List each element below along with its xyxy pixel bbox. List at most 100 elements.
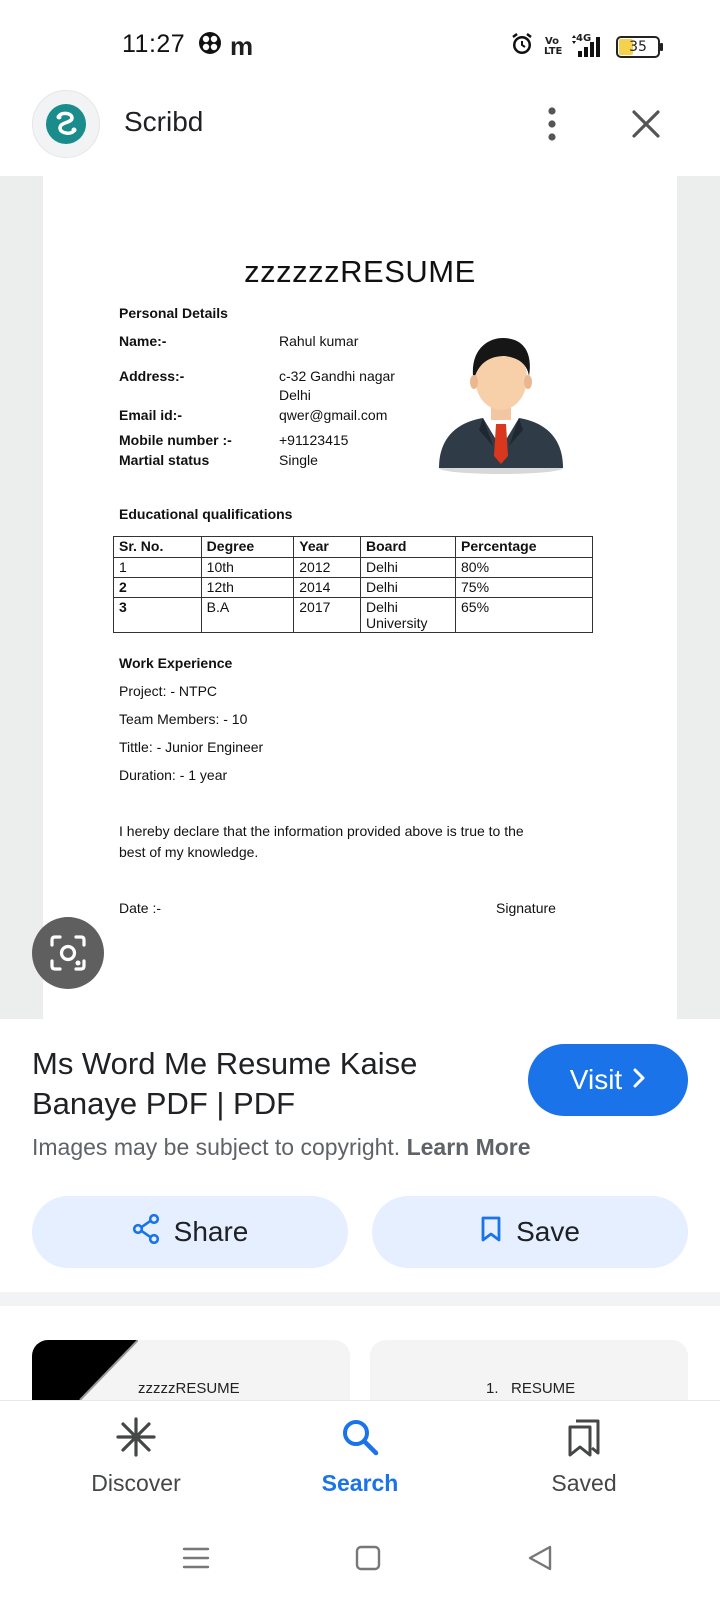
declaration-line2: best of my knowledge. — [119, 844, 259, 860]
menu-icon[interactable] — [176, 1540, 216, 1576]
name-value: Rahul kumar — [279, 333, 359, 349]
visit-button[interactable]: Visit — [528, 1044, 688, 1116]
table-header: Sr. No. — [113, 536, 202, 558]
nav-discover[interactable]: Discover — [56, 1417, 216, 1497]
table-cell: 65% — [455, 597, 593, 633]
nav-saved[interactable]: Saved — [504, 1417, 664, 1497]
table-header-row: Sr. No. Degree Year Board Percentage — [113, 536, 593, 558]
status-right: Vo LTE 4G 35 — [510, 32, 663, 61]
battery-level: 35 — [629, 38, 647, 55]
mobile-label: Mobile number :- — [119, 432, 232, 448]
duration-line: Duration: - 1 year — [119, 767, 228, 783]
back-icon[interactable] — [520, 1540, 560, 1576]
tittle-line: Tittle: - Junior Engineer — [119, 739, 264, 755]
status-app-icons: m — [198, 31, 253, 60]
table-header: Year — [293, 536, 362, 558]
related-thumbnail[interactable]: 1. RESUME — [370, 1340, 688, 1400]
nav-discover-label: Discover — [91, 1470, 181, 1496]
table-cell: 2012 — [293, 557, 362, 578]
resume-title: zzzzzzRESUME — [244, 254, 476, 289]
marital-value: Single — [279, 452, 318, 468]
close-icon[interactable] — [624, 102, 668, 146]
nav-saved-label: Saved — [551, 1470, 617, 1496]
lens-search-button[interactable] — [32, 917, 104, 989]
declaration-line1: I hereby declare that the information pr… — [119, 823, 524, 839]
clover-icon — [198, 31, 222, 60]
address-line2: Delhi — [279, 387, 311, 403]
team-members-line: Team Members: - 10 — [119, 711, 248, 727]
table-cell: Delhi — [360, 557, 457, 578]
image-preview[interactable]: zzzzzzRESUME Personal Details Name:- Rah… — [0, 176, 720, 1019]
table-cell: Delhi — [360, 577, 457, 598]
table-header: Board — [360, 536, 457, 558]
address-line1: c-32 Gandhi nagar — [279, 368, 395, 384]
project-line: Project: - NTPC — [119, 683, 218, 699]
email-value: qwer@gmail.com — [279, 407, 388, 423]
work-heading: Work Experience — [119, 655, 233, 671]
table-cell: 2017 — [293, 597, 362, 633]
table-cell: 10th — [200, 557, 295, 578]
status-bar: 11:27 m Vo LTE 4G 35 — [0, 0, 720, 88]
search-icon — [340, 1417, 380, 1462]
personal-details-heading: Personal Details — [119, 305, 228, 321]
table-cell: 2014 — [293, 577, 362, 598]
resume-document: zzzzzzRESUME Personal Details Name:- Rah… — [43, 176, 677, 1019]
thumbnail-corner-shape — [32, 1340, 138, 1400]
copyright-notice: Images may be subject to copyright. Lear… — [32, 1134, 531, 1161]
marital-label: Martial status — [119, 452, 210, 468]
education-heading: Educational qualifications — [119, 506, 293, 522]
status-time: 11:27 — [122, 30, 186, 58]
table-cell: 12th — [200, 577, 295, 598]
table-cell: Delhi University — [360, 597, 457, 633]
nav-search-label: Search — [321, 1470, 399, 1496]
address-label: Address:- — [119, 368, 185, 384]
save-label: Save — [516, 1216, 580, 1247]
email-label: Email id:- — [119, 407, 183, 423]
battery-icon: 35 — [616, 35, 663, 58]
thumbnail-text: zzzzzRESUME — [138, 1380, 240, 1397]
table-cell: 3 — [113, 597, 202, 633]
bookmark-icon — [480, 1215, 502, 1250]
signature-label: Signature — [496, 900, 556, 916]
share-label: Share — [173, 1216, 249, 1247]
nav-search[interactable]: Search — [280, 1417, 440, 1497]
table-cell: B.A — [200, 597, 295, 633]
scribd-logo-icon[interactable] — [32, 90, 100, 158]
table-row: 1 10th 2012 Delhi 80% — [113, 557, 593, 578]
collections-icon — [564, 1417, 604, 1462]
related-thumbnail[interactable]: zzzzzRESUME — [32, 1340, 350, 1400]
asterisk-icon — [116, 1417, 156, 1462]
mobile-value: +91123415 — [279, 432, 349, 448]
signal-icon: 4G — [570, 32, 606, 59]
network-type: 4G — [576, 32, 592, 44]
name-label: Name:- — [119, 333, 167, 349]
alarm-icon — [510, 32, 534, 61]
bottom-navigation: Discover Search Saved — [0, 1400, 720, 1512]
share-icon — [132, 1213, 160, 1251]
table-cell: 2 — [113, 577, 202, 598]
chevron-right-icon — [632, 1064, 646, 1096]
save-button[interactable]: Save — [372, 1196, 688, 1268]
table-cell: 1 — [113, 557, 202, 578]
site-name[interactable]: Scribd — [124, 106, 203, 138]
section-divider — [0, 1292, 720, 1306]
table-header: Degree — [200, 536, 295, 558]
copyright-text: Images may be subject to copyright. — [32, 1134, 401, 1160]
learn-more-link[interactable]: Learn More — [407, 1134, 531, 1160]
result-title[interactable]: Ms Word Me Resume Kaise Banaye PDF | PDF — [32, 1044, 492, 1124]
table-row: 2 12th 2014 Delhi 75% — [113, 577, 593, 598]
visit-label: Visit — [569, 1064, 623, 1095]
table-row: 3 B.A 2017 Delhi University 65% — [113, 597, 593, 633]
m-icon: m — [230, 30, 254, 61]
profile-avatar-illustration — [433, 326, 569, 476]
result-header: Scribd — [0, 88, 720, 176]
share-button[interactable]: Share — [32, 1196, 348, 1268]
date-label: Date :- — [119, 900, 162, 916]
table-cell: 80% — [455, 557, 593, 578]
table-header: Percentage — [455, 536, 593, 558]
thumbnail-text: 1. RESUME — [486, 1380, 576, 1397]
home-icon[interactable] — [348, 1540, 388, 1576]
system-navigation-bar — [0, 1512, 720, 1600]
more-options-icon[interactable] — [532, 102, 572, 146]
table-cell: 75% — [455, 577, 593, 598]
